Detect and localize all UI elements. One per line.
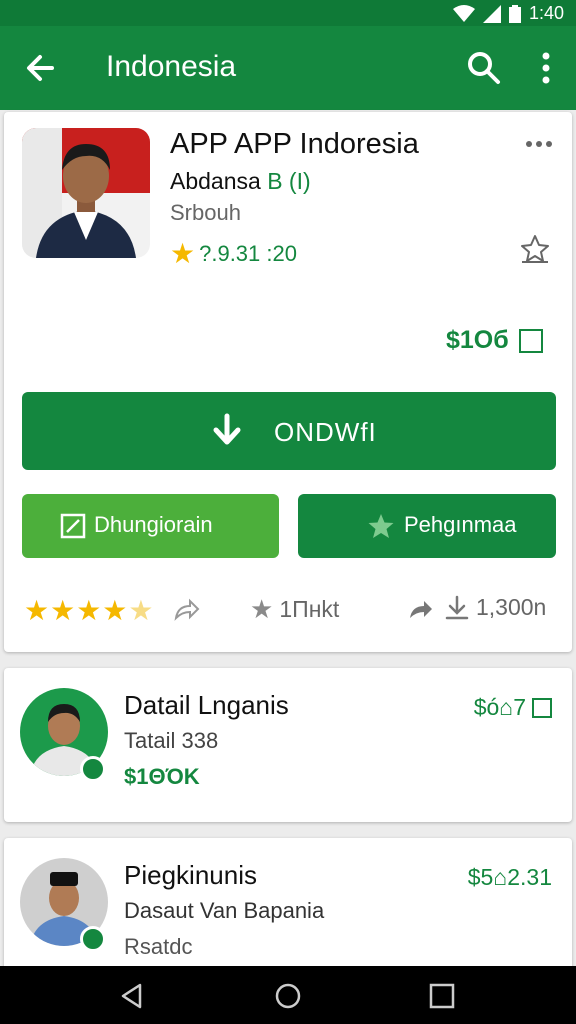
secondary-left-button[interactable]: Dhungiorain [22, 494, 279, 558]
item-price: Rsatdc [124, 934, 193, 959]
search-icon[interactable] [466, 50, 502, 86]
page-title: Indonesia [106, 50, 237, 83]
battery-icon [508, 4, 521, 23]
status-bar: 1:40 [0, 0, 576, 26]
system-nav-bar [0, 966, 576, 1024]
install-button[interactable]: ONDWfI [22, 392, 556, 470]
rating-stars: ★★★★★ [24, 595, 155, 626]
developer-line: Abdansa B (I) [170, 168, 311, 195]
secondary-left-label: Dhungiorain [94, 512, 213, 537]
download-icon [213, 413, 241, 445]
status-time: 1:40 [528, 3, 564, 23]
app-price: $1Oб [446, 326, 543, 355]
item-subtitle: Tatail 338 [124, 728, 219, 753]
app-avatar [22, 128, 150, 258]
secondary-right-label: Pehgınmaa [404, 512, 517, 537]
secondary-right-button[interactable]: Pehgınmaa [298, 494, 556, 558]
item-title: Datail Lnganis [124, 690, 289, 720]
wifi-icon [452, 4, 475, 22]
more-vert-icon[interactable] [534, 50, 558, 86]
star-icon: ★ [250, 594, 274, 624]
share-icon[interactable] [408, 598, 434, 622]
item-checkbox[interactable] [532, 697, 552, 718]
nav-back-icon[interactable] [118, 982, 146, 1010]
more-horiz-icon[interactable] [524, 138, 554, 150]
install-label: ONDWfI [274, 417, 377, 447]
rating-count: ★ 1Πнkt [250, 594, 339, 625]
app-subtitle: Srbouh [170, 200, 241, 225]
item-right-value: $5⌂2.31 [467, 864, 552, 890]
app-rating: ★ ?.9.31 :20 [170, 240, 297, 268]
developer-tag: B (I) [267, 168, 311, 194]
star-icon: ★ [170, 238, 196, 269]
item-subtitle: Dasaut Van Bapania [124, 898, 325, 923]
verified-icon [80, 926, 106, 952]
star-icon [368, 514, 394, 538]
item-right-value: $ó⌂7 [473, 694, 526, 720]
stats-row: ★★★★★ ★ 1Πнkt 1,300n [24, 594, 564, 628]
wishlist-icon[interactable] [518, 232, 552, 266]
item-price: $1ΘΌK [124, 764, 200, 789]
price-value: $1Oб [446, 326, 509, 354]
list-item[interactable]: Piegkinunis Dasaut Van Bapania Rsatdc $5… [4, 838, 572, 978]
developer-name[interactable]: Abdansa [170, 168, 261, 194]
nav-home-icon[interactable] [274, 982, 302, 1010]
signal-icon [482, 4, 501, 23]
status-icons: 1:40 [452, 3, 564, 24]
download-icon [445, 595, 469, 619]
download-count: 1,300n [444, 594, 546, 621]
edit-icon [60, 513, 86, 539]
rating-text: ?.9.31 :20 [199, 241, 297, 266]
app-detail-card: APP APP Indoresia Abdansa B (I) Srbouh ★… [4, 112, 572, 652]
app-bar: Indonesia [0, 26, 576, 110]
verified-icon [80, 756, 106, 782]
share-icon[interactable] [174, 598, 200, 622]
list-item[interactable]: Datail Lnganis Tatail 338 $1ΘΌK $ó⌂7 [4, 668, 572, 822]
rating-count-value: 1Πнkt [279, 596, 340, 622]
item-right-label: $5⌂2.31 [468, 864, 552, 891]
nav-recents-icon[interactable] [428, 982, 456, 1010]
item-title: Piegkinunis [124, 860, 257, 890]
app-title: APP APP Indoresia [170, 128, 419, 160]
item-right-label: $ó⌂7 [474, 694, 552, 721]
downloads-value: 1,300n [476, 594, 547, 620]
price-checkbox[interactable] [518, 328, 543, 353]
back-arrow-icon[interactable] [20, 48, 60, 88]
